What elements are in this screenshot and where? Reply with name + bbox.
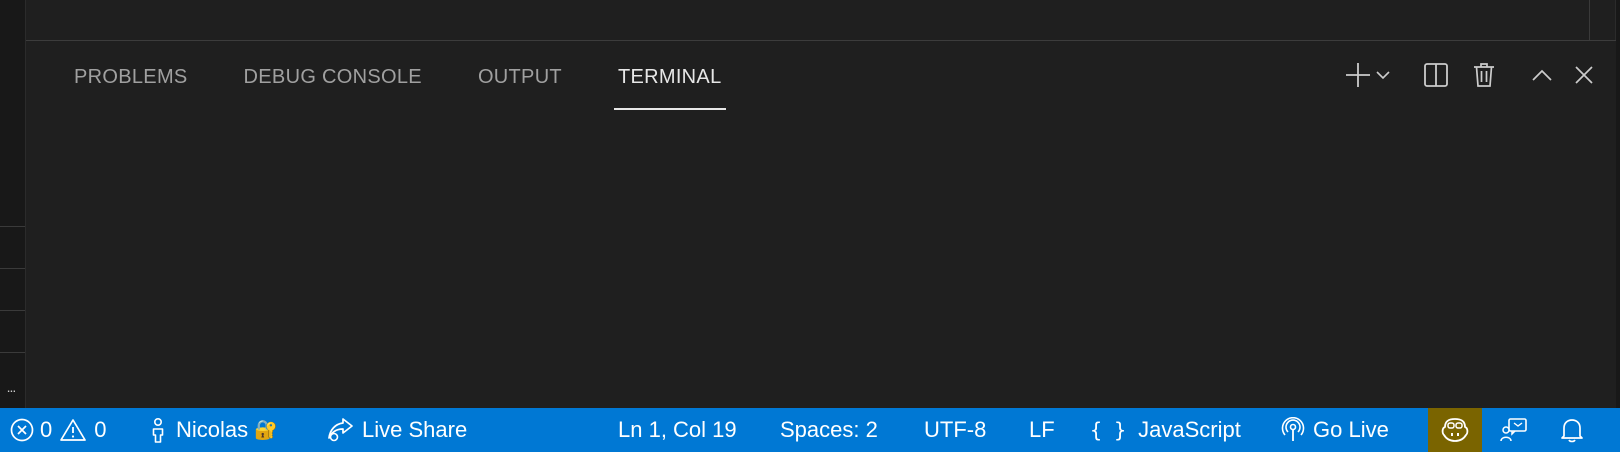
go-live-label: Go Live xyxy=(1313,417,1389,442)
encoding-status[interactable]: UTF-8 xyxy=(924,408,986,452)
sidebar-divider xyxy=(0,352,25,353)
sidebar-divider xyxy=(0,310,25,311)
bottom-panel: PROBLEMS DEBUG CONSOLE OUTPUT TERMINAL xyxy=(26,40,1616,409)
indentation: Spaces: 2 xyxy=(780,417,878,442)
new-terminal-button[interactable] xyxy=(1344,57,1372,93)
sidebar-edge: ... xyxy=(0,0,26,408)
panel-tabs: PROBLEMS DEBUG CONSOLE OUTPUT TERMINAL xyxy=(70,41,774,113)
feedback-icon xyxy=(1500,418,1527,442)
split-terminal-button[interactable] xyxy=(1418,57,1454,93)
cursor-position-status[interactable]: Ln 1, Col 19 xyxy=(618,408,737,452)
tab-output[interactable]: OUTPUT xyxy=(474,41,566,113)
tab-debug-console[interactable]: DEBUG CONSOLE xyxy=(240,41,426,113)
language-mode: JavaScript xyxy=(1138,417,1241,442)
broadcast-icon xyxy=(1281,417,1305,441)
warning-icon xyxy=(60,419,87,441)
split-terminal-icon xyxy=(1424,63,1448,87)
error-count: 0 xyxy=(40,417,53,442)
braces-icon: { } xyxy=(1090,418,1127,442)
chevron-down-icon xyxy=(1376,71,1390,80)
panel-actions xyxy=(1344,55,1602,95)
chevron-up-icon xyxy=(1532,69,1552,81)
maximize-panel-button[interactable] xyxy=(1524,57,1560,93)
live-share-label: Live Share xyxy=(362,417,468,442)
tab-problems[interactable]: PROBLEMS xyxy=(70,41,192,113)
terminal-profiles-dropdown[interactable] xyxy=(1372,57,1394,93)
editor-scrollbar-edge xyxy=(1589,0,1590,40)
feedback-status[interactable] xyxy=(1500,408,1528,452)
account-name: Nicolas xyxy=(176,417,249,442)
live-share-icon xyxy=(328,418,353,442)
kill-terminal-button[interactable] xyxy=(1466,57,1502,93)
encoding: UTF-8 xyxy=(924,417,987,442)
copilot-icon xyxy=(1441,418,1469,442)
eol-status[interactable]: LF xyxy=(1029,408,1055,452)
close-icon xyxy=(1575,66,1593,84)
sidebar-more-button[interactable]: ... xyxy=(0,380,22,394)
go-live-status[interactable]: Go Live xyxy=(1281,408,1389,452)
language-status[interactable]: { } JavaScript xyxy=(1090,408,1241,452)
trash-icon xyxy=(1474,63,1494,87)
problems-status[interactable]: 0 0 xyxy=(10,408,107,452)
status-bar: 0 0 Nicolas 🔐 Live Share Ln 1, Col 19 Sp… xyxy=(0,408,1620,452)
sidebar-divider xyxy=(0,268,25,269)
notifications-status[interactable] xyxy=(1560,408,1584,452)
live-share-status[interactable]: Live Share xyxy=(326,408,467,452)
tab-terminal[interactable]: TERMINAL xyxy=(613,41,726,113)
indentation-status[interactable]: Spaces: 2 xyxy=(780,408,878,452)
plus-icon xyxy=(1346,63,1370,87)
error-icon xyxy=(10,418,34,442)
editor-area xyxy=(26,0,1620,40)
close-panel-button[interactable] xyxy=(1566,57,1602,93)
eol: LF xyxy=(1029,417,1055,442)
cursor-position: Ln 1, Col 19 xyxy=(618,417,737,442)
lock-badge-icon: 🔐 xyxy=(254,420,278,441)
sidebar-divider xyxy=(0,226,25,227)
copilot-status-button[interactable] xyxy=(1428,408,1482,452)
warning-count: 0 xyxy=(94,417,107,442)
vscode-window: ... PROBLEMS DEBUG CONSOLE OUTPUT TERMIN… xyxy=(0,0,1620,452)
account-status[interactable]: Nicolas 🔐 xyxy=(150,408,278,452)
bell-icon xyxy=(1561,419,1583,443)
person-icon xyxy=(152,417,164,443)
